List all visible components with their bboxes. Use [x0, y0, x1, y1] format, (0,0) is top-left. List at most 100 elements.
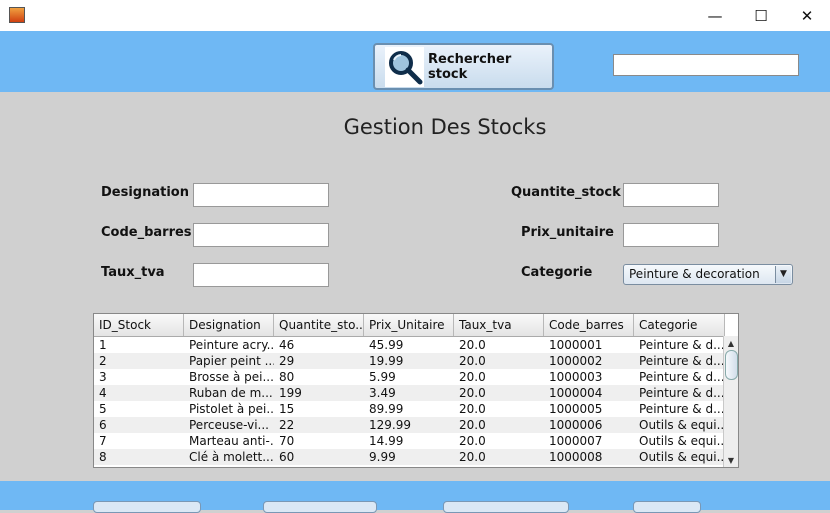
column-header[interactable]: ID_Stock [94, 314, 184, 336]
table-cell: 22 [279, 418, 295, 432]
table-cell: 20.0 [459, 338, 486, 352]
search-input[interactable] [613, 54, 799, 76]
code-barres-field[interactable] [193, 223, 329, 247]
action-button[interactable] [633, 501, 701, 513]
table-row[interactable]: 7 Marteau anti-... 70 14.99 20.0 1000007… [94, 433, 725, 449]
close-button[interactable]: ✕ [784, 0, 830, 31]
table-cell: 60 [279, 450, 295, 464]
stock-table: ID_Stock Designation Quantite_sto... Pri… [93, 313, 739, 468]
table-cell: Outils & equi... [639, 450, 725, 464]
action-button[interactable] [263, 501, 377, 513]
column-header[interactable]: Designation [184, 314, 274, 336]
search-stock-label: Rechercher stock [428, 51, 512, 82]
scroll-down-icon[interactable]: ▼ [724, 453, 738, 467]
table-header: ID_Stock Designation Quantite_sto... Pri… [94, 314, 725, 337]
table-cell: Outils & equi... [639, 418, 725, 432]
table-scrollbar[interactable]: ▲ ▼ [723, 336, 738, 467]
column-header[interactable]: Code_barres [544, 314, 634, 336]
table-body: 1 Peinture acry... 46 45.99 20.0 1000001… [94, 337, 725, 465]
maximize-button[interactable]: ☐ [738, 0, 784, 31]
java-app-icon [9, 7, 25, 23]
code-barres-label: Code_barres [101, 225, 192, 240]
table-cell: 20.0 [459, 418, 486, 432]
table-cell: Pistolet à pei... [189, 402, 274, 416]
table-cell: Brosse à pei... [189, 370, 274, 384]
table-cell: Peinture acry... [189, 338, 274, 352]
table-cell: 8 [99, 450, 107, 464]
table-cell: 15 [279, 402, 295, 416]
table-cell: Peinture & d... [639, 338, 725, 352]
table-cell: 6 [99, 418, 107, 432]
table-row[interactable]: 6 Perceuse-vi... 22 129.99 20.0 1000006 … [94, 417, 725, 433]
table-cell: 45.99 [369, 338, 404, 352]
magnifier-icon [385, 46, 425, 87]
table-cell: 1 [99, 338, 107, 352]
table-cell: 5.99 [369, 370, 396, 384]
table-cell: 1000005 [549, 402, 603, 416]
quantite-stock-label: Quantite_stock [511, 185, 621, 200]
chevron-down-icon[interactable]: ▼ [775, 266, 791, 283]
page-title: Gestion Des Stocks [343, 115, 547, 139]
table-cell: Clé à molett... [189, 450, 274, 464]
table-cell: Papier peint ... [189, 354, 274, 368]
column-header[interactable]: Prix_Unitaire [364, 314, 454, 336]
quantite-stock-field[interactable] [623, 183, 719, 207]
table-cell: Perceuse-vi... [189, 418, 269, 432]
table-cell: 1000003 [549, 370, 603, 384]
column-header[interactable]: Quantite_sto... [274, 314, 364, 336]
search-stock-button[interactable]: Rechercher stock [373, 43, 554, 90]
table-cell: 20.0 [459, 370, 486, 384]
table-cell: 20.0 [459, 386, 486, 400]
categorie-select[interactable]: Peinture & decoration ▼ [623, 264, 793, 285]
table-cell: 29 [279, 354, 295, 368]
scroll-up-icon[interactable]: ▲ [724, 336, 738, 350]
table-cell: 80 [279, 370, 295, 384]
table-cell: 2 [99, 354, 107, 368]
table-cell: 129.99 [369, 418, 411, 432]
taux-tva-label: Taux_tva [101, 265, 165, 280]
table-cell: Peinture & d... [639, 386, 725, 400]
categorie-label: Categorie [521, 265, 593, 280]
table-cell: 3.49 [369, 386, 396, 400]
prix-unitaire-label: Prix_unitaire [521, 225, 614, 240]
table-cell: 1000004 [549, 386, 603, 400]
categorie-selected-value: Peinture & decoration [629, 267, 760, 281]
table-cell: 1000007 [549, 434, 603, 448]
designation-label: Designation [101, 185, 189, 200]
table-cell: 4 [99, 386, 107, 400]
table-cell: 9.99 [369, 450, 396, 464]
table-cell: Outils & equi... [639, 434, 725, 448]
designation-field[interactable] [193, 183, 329, 207]
table-cell: 70 [279, 434, 295, 448]
table-cell: Peinture & d... [639, 370, 725, 384]
table-cell: Marteau anti-... [189, 434, 274, 448]
table-cell: 199 [279, 386, 302, 400]
table-cell: Peinture & d... [639, 354, 725, 368]
table-row[interactable]: 2 Papier peint ... 29 19.99 20.0 1000002… [94, 353, 725, 369]
table-cell: 46 [279, 338, 295, 352]
table-row[interactable]: 1 Peinture acry... 46 45.99 20.0 1000001… [94, 337, 725, 353]
table-cell: 20.0 [459, 402, 486, 416]
taux-tva-field[interactable] [193, 263, 329, 287]
table-cell: 20.0 [459, 354, 486, 368]
table-row[interactable]: 5 Pistolet à pei... 15 89.99 20.0 100000… [94, 401, 725, 417]
table-cell: 89.99 [369, 402, 404, 416]
table-cell: 3 [99, 370, 107, 384]
column-header[interactable]: Categorie [634, 314, 725, 336]
table-row[interactable]: 8 Clé à molett... 60 9.99 20.0 1000008 O… [94, 449, 725, 465]
scroll-thumb[interactable] [725, 350, 738, 380]
table-cell: Peinture & d... [639, 402, 725, 416]
column-header[interactable]: Taux_tva [454, 314, 544, 336]
table-cell: 19.99 [369, 354, 404, 368]
table-row[interactable]: 4 Ruban de m... 199 3.49 20.0 1000004 Pe… [94, 385, 725, 401]
table-row[interactable]: 3 Brosse à pei... 80 5.99 20.0 1000003 P… [94, 369, 725, 385]
table-cell: 1000006 [549, 418, 603, 432]
prix-unitaire-field[interactable] [623, 223, 719, 247]
action-button[interactable] [93, 501, 201, 513]
table-cell: 20.0 [459, 434, 486, 448]
table-cell: 1000008 [549, 450, 603, 464]
action-button[interactable] [443, 501, 569, 513]
table-cell: 14.99 [369, 434, 404, 448]
table-cell: 1000002 [549, 354, 603, 368]
minimize-button[interactable]: — [692, 0, 738, 31]
